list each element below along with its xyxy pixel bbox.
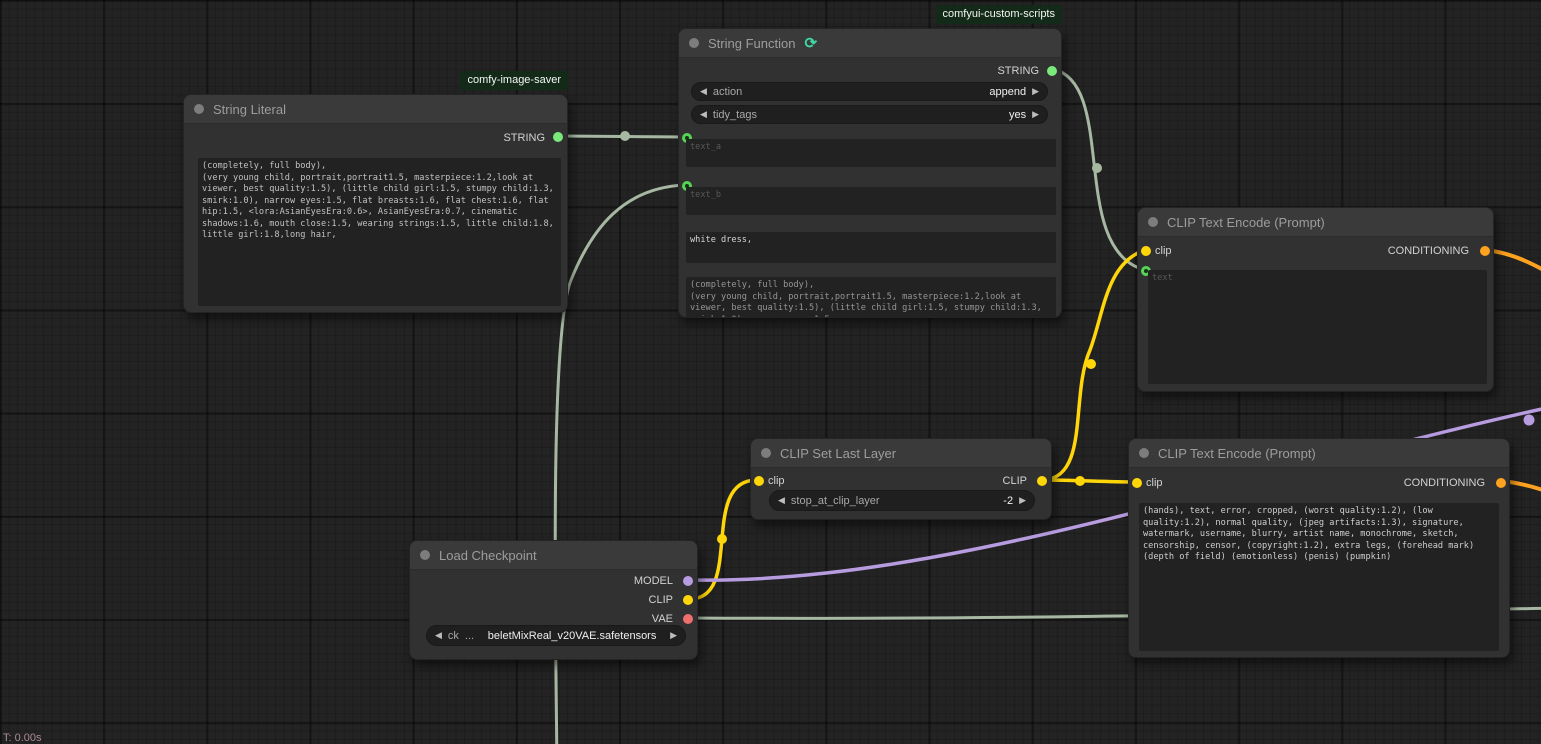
- widget-action[interactable]: ◀ action append ▶: [691, 82, 1048, 101]
- collapse-dot-icon[interactable]: [689, 38, 699, 48]
- node-title: CLIP Set Last Layer: [780, 446, 896, 461]
- input-slot-clip[interactable]: [1132, 478, 1142, 488]
- output-slot-string[interactable]: [553, 132, 563, 142]
- text-c-area[interactable]: white dress,: [686, 232, 1056, 263]
- node-title-bar: String Literal: [184, 95, 567, 124]
- wire-offscreen-to-text-b: [555, 185, 686, 744]
- node-title-bar: Load Checkpoint: [410, 541, 697, 570]
- output-label-conditioning: CONDITIONING: [1388, 244, 1469, 258]
- node-badge-comfyui-custom-scripts: comfyui-custom-scripts: [936, 5, 1062, 24]
- widget-name: tidy_tags: [713, 109, 1003, 121]
- output-slot-vae[interactable]: [683, 614, 693, 624]
- increment-arrow-icon[interactable]: ▶: [1019, 496, 1026, 505]
- node-title-bar: CLIP Text Encode (Prompt): [1138, 208, 1493, 237]
- node-title: Load Checkpoint: [439, 548, 537, 563]
- collapse-dot-icon[interactable]: [1139, 448, 1149, 458]
- wire-conditioning-top-offscreen: [1486, 250, 1541, 279]
- output-label-string: STRING: [503, 131, 545, 145]
- collapse-dot-icon[interactable]: [194, 104, 204, 114]
- node-badge-comfy-image-saver: comfy-image-saver: [460, 71, 568, 90]
- increment-arrow-icon[interactable]: ▶: [670, 631, 677, 640]
- increment-arrow-icon[interactable]: ▶: [1032, 110, 1039, 119]
- output-label-clip: CLIP: [1003, 474, 1027, 488]
- widget-value: -2: [1003, 495, 1013, 507]
- string-literal-text-area[interactable]: (completely, full body), (very young chi…: [198, 158, 561, 306]
- wire-dot-model: [1524, 415, 1535, 426]
- wire-dot-clip: [1086, 359, 1096, 369]
- text-b-area[interactable]: text_b: [686, 187, 1056, 215]
- node-title: CLIP Text Encode (Prompt): [1158, 446, 1316, 461]
- decrement-arrow-icon[interactable]: ◀: [700, 87, 707, 96]
- timing-status-text: T: 0.00s: [3, 732, 42, 744]
- widget-name: stop_at_clip_layer: [791, 495, 997, 507]
- text-a-area[interactable]: text_a: [686, 139, 1056, 167]
- custom-scripts-icon: ⟳: [804, 36, 817, 51]
- wire-dot-string: [620, 131, 630, 141]
- placeholder: text_a: [690, 142, 721, 152]
- output-label-string: STRING: [997, 64, 1039, 78]
- node-load-checkpoint[interactable]: Load Checkpoint MODEL CLIP VAE ◀ ck ... …: [409, 540, 698, 660]
- output-slot-clip[interactable]: [1037, 476, 1047, 486]
- placeholder: text: [1152, 273, 1173, 283]
- widget-ellipsis: ...: [465, 630, 474, 642]
- input-slot-clip[interactable]: [1141, 246, 1151, 256]
- widget-name: ck: [448, 630, 459, 642]
- output-slot-conditioning[interactable]: [1496, 478, 1506, 488]
- widget-stop-at-clip-layer[interactable]: ◀ stop_at_clip_layer -2 ▶: [769, 490, 1035, 511]
- node-title-bar: String Function ⟳: [679, 29, 1061, 58]
- node-title: CLIP Text Encode (Prompt): [1167, 215, 1325, 230]
- output-slot-clip[interactable]: [683, 595, 693, 605]
- input-slot-clip[interactable]: [754, 476, 764, 486]
- wire-dot-clip: [717, 534, 727, 544]
- decrement-arrow-icon[interactable]: ◀: [778, 496, 785, 505]
- wire-dot-clip: [1075, 476, 1085, 486]
- widget-name: action: [713, 86, 983, 98]
- collapse-dot-icon[interactable]: [761, 448, 771, 458]
- output-slot-conditioning[interactable]: [1480, 246, 1490, 256]
- placeholder: text_b: [690, 190, 721, 200]
- output-slot-string[interactable]: [1047, 66, 1057, 76]
- node-graph-canvas[interactable]: comfy-image-saver comfyui-custom-scripts…: [0, 0, 1541, 744]
- widget-tidy-tags[interactable]: ◀ tidy_tags yes ▶: [691, 105, 1048, 124]
- node-clip-set-last-layer[interactable]: CLIP Set Last Layer clip CLIP ◀ stop_at_…: [750, 438, 1052, 520]
- collapse-dot-icon[interactable]: [1148, 217, 1158, 227]
- output-slot-model[interactable]: [683, 576, 693, 586]
- node-title-bar: CLIP Set Last Layer: [751, 439, 1051, 468]
- input-label-clip: clip: [768, 474, 785, 488]
- collapse-dot-icon[interactable]: [420, 550, 430, 560]
- result-text-area[interactable]: (completely, full body), (very young chi…: [686, 277, 1056, 318]
- increment-arrow-icon[interactable]: ▶: [1032, 87, 1039, 96]
- input-label-clip: clip: [1146, 476, 1163, 490]
- widget-value: yes: [1009, 109, 1026, 121]
- node-string-literal[interactable]: String Literal STRING (completely, full …: [183, 94, 568, 313]
- node-string-function[interactable]: String Function ⟳ STRING ◀ action append…: [678, 28, 1062, 318]
- output-label-clip: CLIP: [649, 593, 673, 607]
- prompt-text-area[interactable]: text: [1148, 270, 1487, 384]
- widget-value: append: [989, 86, 1026, 98]
- widget-value: beletMixReal_v20VAE.safetensors: [480, 630, 664, 642]
- negative-prompt-text-area[interactable]: (hands), text, error, cropped, (worst qu…: [1139, 503, 1499, 651]
- node-title: String Literal: [213, 102, 286, 117]
- wire-dot-string: [1092, 163, 1102, 173]
- widget-ckpt-name[interactable]: ◀ ck ... beletMixReal_v20VAE.safetensors…: [426, 625, 686, 646]
- node-clip-text-encode-negative[interactable]: CLIP Text Encode (Prompt) clip CONDITION…: [1128, 438, 1510, 658]
- output-label-conditioning: CONDITIONING: [1404, 476, 1485, 490]
- node-clip-text-encode-positive[interactable]: CLIP Text Encode (Prompt) clip CONDITION…: [1137, 207, 1494, 392]
- node-title-bar: CLIP Text Encode (Prompt): [1129, 439, 1509, 468]
- decrement-arrow-icon[interactable]: ◀: [435, 631, 442, 640]
- decrement-arrow-icon[interactable]: ◀: [700, 110, 707, 119]
- wire-setlayer-to-bottom-clip: [1043, 480, 1136, 482]
- input-label-clip: clip: [1155, 244, 1172, 258]
- output-label-vae: VAE: [652, 612, 673, 626]
- output-label-model: MODEL: [634, 574, 673, 588]
- node-title: String Function: [708, 36, 795, 51]
